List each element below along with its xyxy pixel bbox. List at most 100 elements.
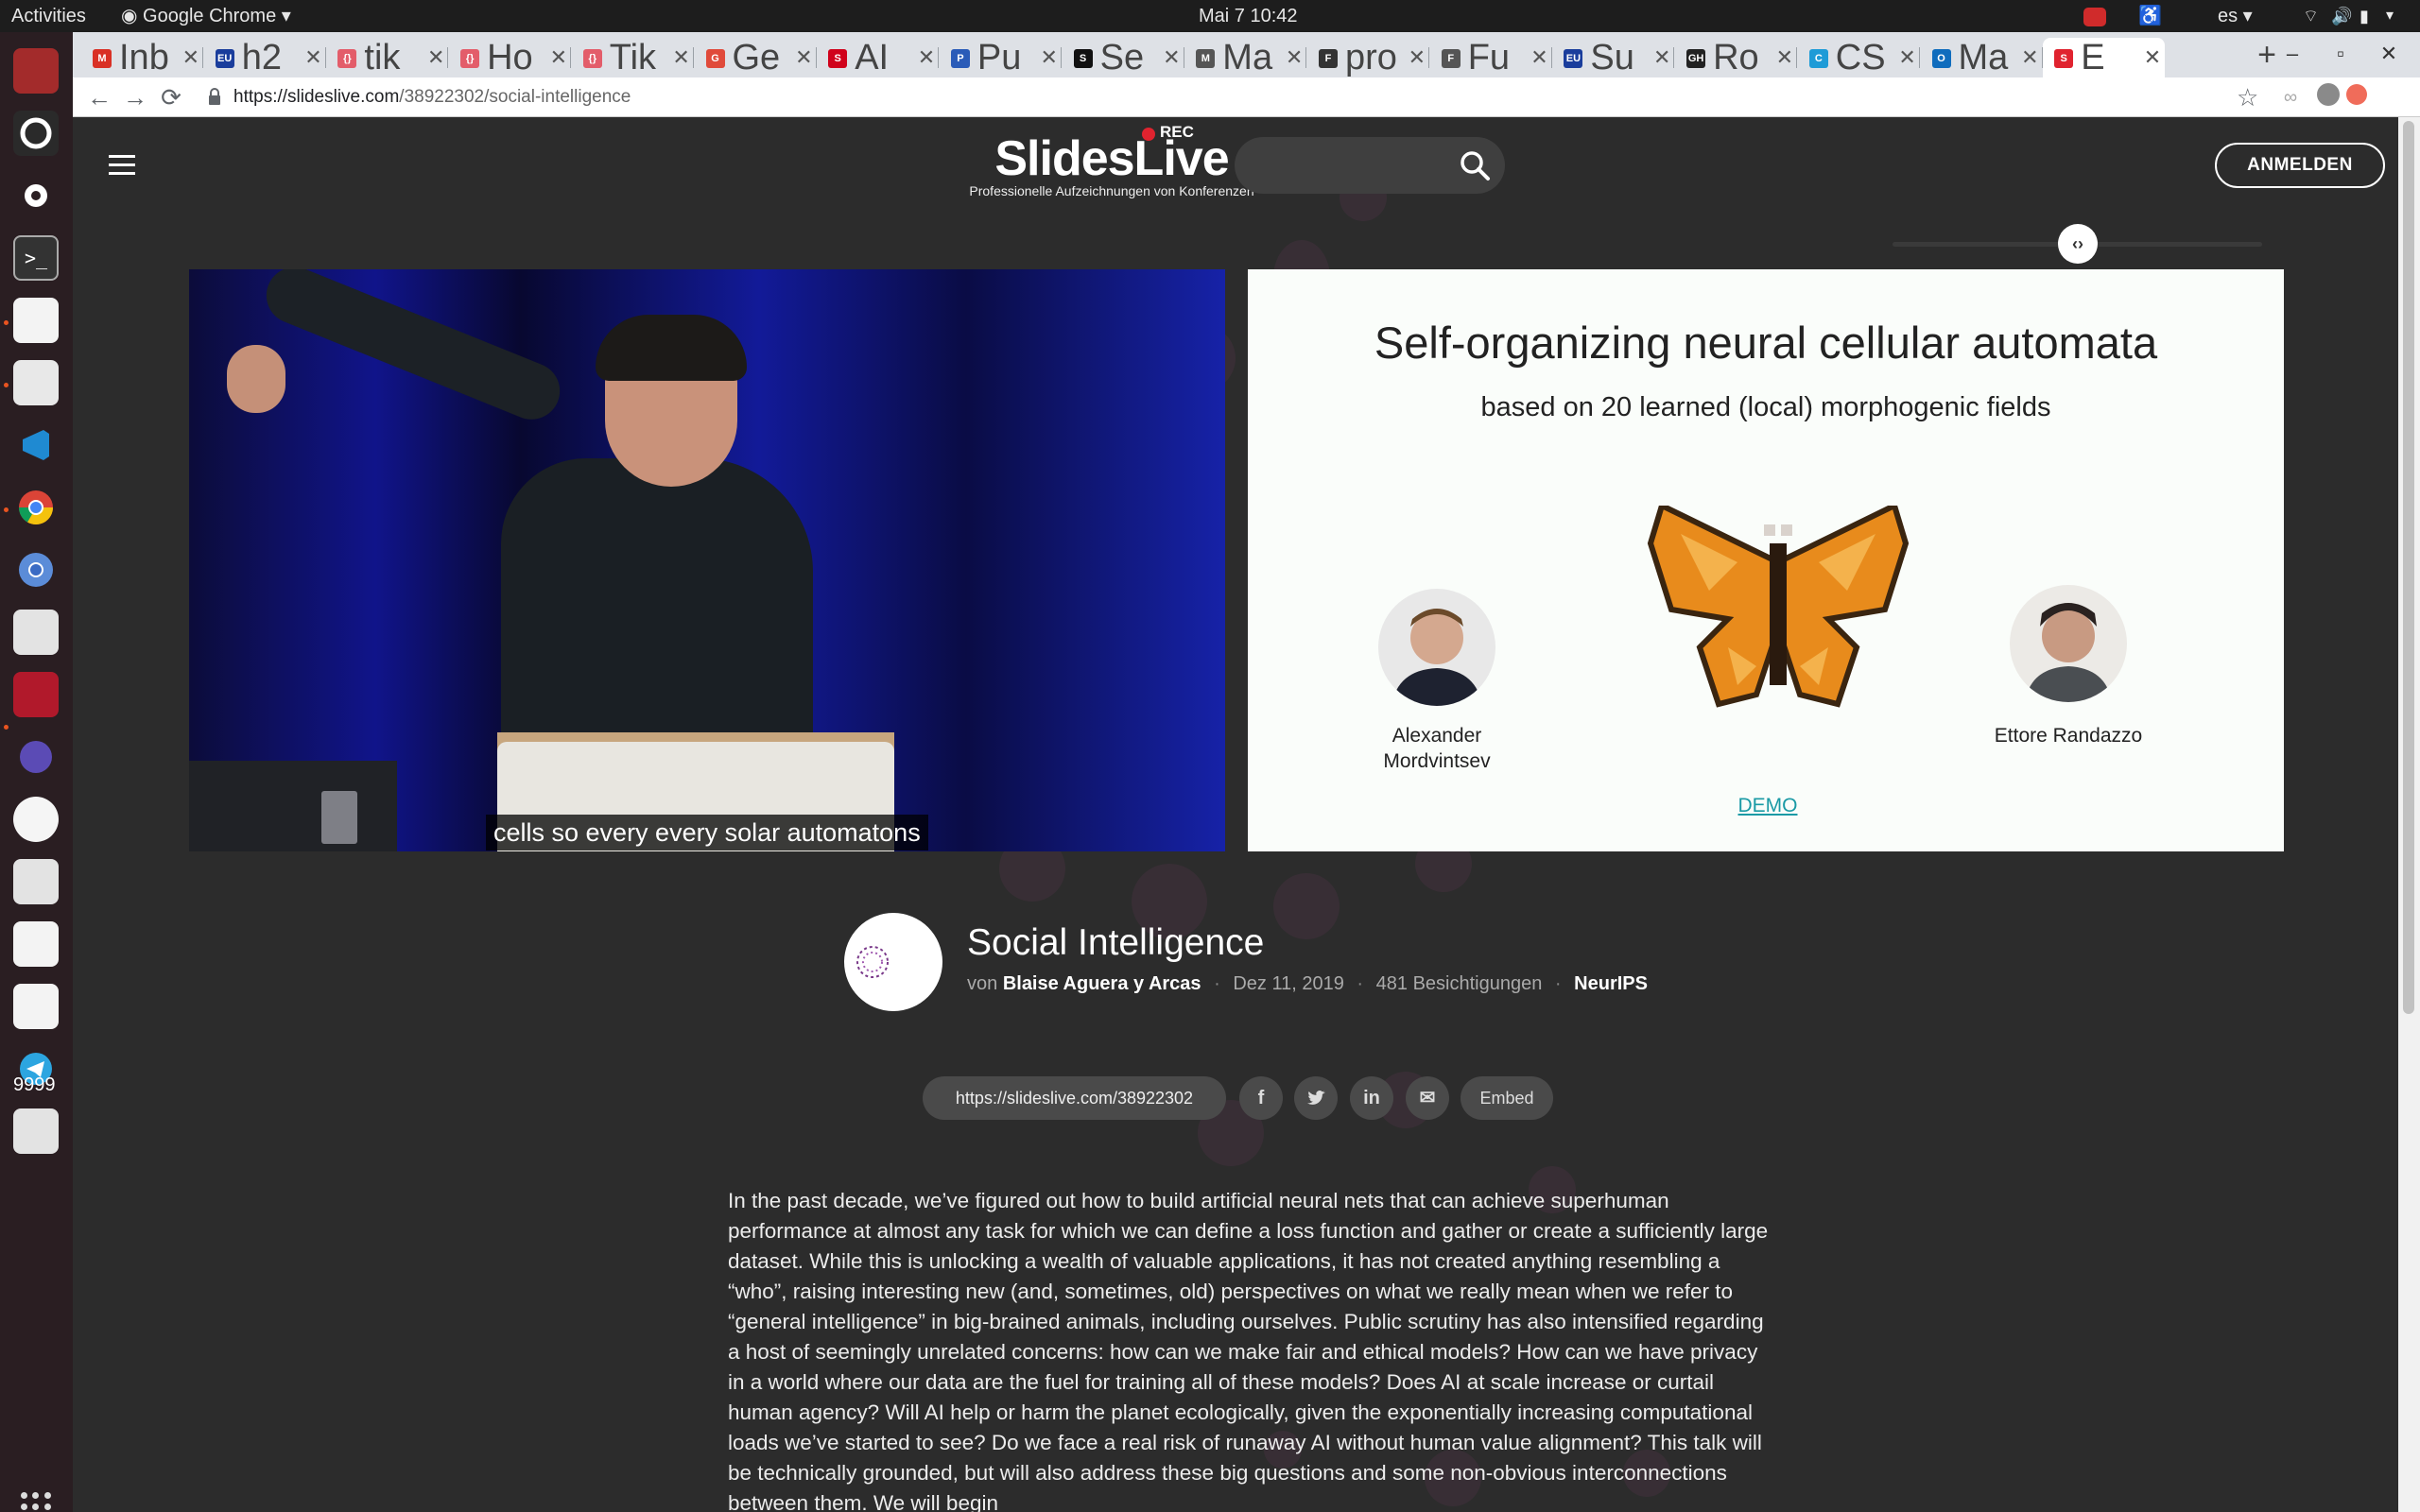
tab[interactable]: S Se ✕ bbox=[1063, 38, 1184, 77]
tab[interactable]: Fpro ✕ bbox=[1307, 38, 1429, 77]
tab-close-icon[interactable]: ✕ bbox=[1409, 38, 1426, 77]
speaker-hair bbox=[596, 315, 747, 381]
address-bar[interactable]: https://slideslive.com/38922302/social-i… bbox=[207, 81, 2325, 113]
tab[interactable]: EU h2 ✕ bbox=[204, 38, 326, 77]
chrome-icon[interactable] bbox=[13, 485, 59, 530]
mendeley-icon[interactable] bbox=[13, 672, 59, 717]
twitter-share-icon[interactable] bbox=[1294, 1076, 1338, 1120]
tab-close-icon[interactable]: ✕ bbox=[918, 38, 935, 77]
firefox-icon[interactable] bbox=[13, 111, 59, 156]
tab-close-icon[interactable]: ✕ bbox=[795, 38, 812, 77]
tab[interactable]: {} Tik ✕ bbox=[572, 38, 694, 77]
tab-close-icon[interactable]: ✕ bbox=[427, 38, 444, 77]
tab-close-icon[interactable]: ✕ bbox=[1163, 38, 1180, 77]
libreoffice-impress-icon[interactable] bbox=[13, 610, 59, 655]
tab[interactable]: G Ge ✕ bbox=[695, 38, 817, 77]
eclipse-2-icon[interactable] bbox=[13, 797, 59, 842]
search-input[interactable] bbox=[1235, 137, 1505, 194]
demo-link[interactable]: DEMO bbox=[1725, 795, 1810, 817]
screenshot-icon[interactable] bbox=[13, 360, 59, 405]
tab[interactable]: {} Ho ✕ bbox=[449, 38, 572, 77]
tab-favicon-icon: F bbox=[1319, 49, 1338, 68]
vscode-icon[interactable] bbox=[13, 422, 59, 468]
login-button[interactable]: ANMELDEN bbox=[2215, 143, 2385, 188]
tab[interactable]: C CS ✕ bbox=[1798, 38, 1920, 77]
bookmark-star-icon[interactable]: ☆ bbox=[2237, 83, 2258, 112]
chromium-icon[interactable] bbox=[13, 547, 59, 593]
search-icon[interactable] bbox=[1458, 148, 1492, 182]
activities-button[interactable]: Activities bbox=[11, 0, 86, 32]
app-menu[interactable]: ◉ Google Chrome ▾ bbox=[121, 0, 291, 32]
tab[interactable]: F Fu ✕ bbox=[1430, 38, 1552, 77]
reload-button[interactable]: ⟳ bbox=[156, 82, 186, 112]
tab-favicon-icon: G bbox=[705, 49, 725, 68]
update-menu-icon[interactable] bbox=[2342, 82, 2372, 112]
tab[interactable]: M Ma ✕ bbox=[1184, 38, 1307, 77]
system-menu-chevron-icon[interactable]: ▾ bbox=[2386, 6, 2407, 26]
extension-icon[interactable]: ∞ bbox=[2275, 82, 2306, 112]
tab-close-icon[interactable]: ✕ bbox=[2021, 38, 2038, 77]
hamburger-menu-icon[interactable] bbox=[109, 155, 135, 176]
wifi-icon[interactable]: ⌔ bbox=[2303, 6, 2324, 26]
maximize-button[interactable]: ▫ bbox=[2326, 40, 2355, 68]
tab-close-icon[interactable]: ✕ bbox=[672, 38, 689, 77]
share-row: https://slideslive.com/38922302 f in ✉ E… bbox=[73, 1076, 2398, 1122]
tab-close-icon[interactable]: ✕ bbox=[304, 38, 321, 77]
record-indicator-icon[interactable] bbox=[2083, 8, 2106, 26]
channel-logo[interactable] bbox=[844, 913, 942, 1011]
email-share-icon[interactable]: ✉ bbox=[1406, 1076, 1449, 1120]
tab-active[interactable]: S E ✕ bbox=[2043, 38, 2166, 77]
minimize-button[interactable]: – bbox=[2278, 40, 2307, 68]
accessibility-icon[interactable]: ♿▾ bbox=[2138, 6, 2162, 47]
tab-close-icon[interactable]: ✕ bbox=[182, 38, 199, 77]
libreoffice-writer-icon[interactable] bbox=[13, 921, 59, 967]
volume-icon[interactable]: 🔊 bbox=[2331, 6, 2352, 26]
zotero-icon[interactable] bbox=[13, 48, 59, 94]
archive-icon[interactable] bbox=[13, 984, 59, 1029]
tab-close-icon[interactable]: ✕ bbox=[2144, 38, 2161, 77]
forward-button[interactable]: → bbox=[120, 82, 150, 112]
tab[interactable]: EU Su ✕ bbox=[1552, 38, 1675, 77]
event-link[interactable]: NeurIPS bbox=[1574, 973, 1648, 994]
clock[interactable]: Mai 7 10:42 bbox=[1199, 0, 1298, 32]
page-scrollbar[interactable] bbox=[2398, 117, 2420, 1512]
battery-icon[interactable]: ▮ bbox=[2360, 6, 2380, 26]
tab-close-icon[interactable]: ✕ bbox=[1776, 38, 1793, 77]
dock: >_ 9999 bbox=[0, 32, 73, 1512]
slide-panel[interactable]: Self-organizing neural cellular automata… bbox=[1248, 269, 2284, 851]
keyboard-layout-indicator[interactable]: es ▾ bbox=[2218, 0, 2253, 32]
tab-close-icon[interactable]: ✕ bbox=[1286, 38, 1303, 77]
slide-title: Self-organizing neural cellular automata bbox=[1374, 318, 2158, 368]
text-editor-icon[interactable] bbox=[13, 298, 59, 343]
close-window-button[interactable]: ✕ bbox=[2375, 40, 2403, 68]
layout-slider-handle[interactable]: ‹› bbox=[2058, 224, 2098, 264]
linkedin-share-icon[interactable]: in bbox=[1350, 1076, 1393, 1120]
profile-avatar[interactable] bbox=[2313, 82, 2343, 112]
tab[interactable]: GH Ro ✕ bbox=[1675, 38, 1798, 77]
chrome-small-icon: ◉ bbox=[121, 6, 144, 26]
share-url-field[interactable]: https://slideslive.com/38922302 bbox=[923, 1076, 1226, 1120]
tab-close-icon[interactable]: ✕ bbox=[1898, 38, 1915, 77]
libreoffice-draw-icon[interactable] bbox=[13, 859, 59, 904]
tab[interactable]: O Ma ✕ bbox=[1921, 38, 2043, 77]
tab[interactable]: M Inb ✕ bbox=[81, 38, 203, 77]
tab[interactable]: P Pu ✕ bbox=[940, 38, 1062, 77]
eclipse-icon[interactable] bbox=[13, 734, 59, 780]
lock-icon bbox=[209, 88, 220, 105]
show-apps-icon[interactable] bbox=[21, 1492, 51, 1512]
terminal-icon[interactable]: >_ bbox=[13, 235, 59, 281]
tab-close-icon[interactable]: ✕ bbox=[550, 38, 567, 77]
libreoffice-impress-2-icon[interactable] bbox=[13, 1108, 59, 1154]
tab[interactable]: {} tik ✕ bbox=[326, 38, 449, 77]
facebook-share-icon[interactable]: f bbox=[1239, 1076, 1283, 1120]
tab-close-icon[interactable]: ✕ bbox=[1530, 38, 1547, 77]
speaker-link[interactable]: Blaise Aguera y Arcas bbox=[1003, 973, 1201, 994]
video-player[interactable]: cells so every every solar automatons bbox=[189, 269, 1225, 851]
settings-icon[interactable] bbox=[13, 173, 59, 218]
back-button[interactable]: ← bbox=[84, 82, 114, 112]
tab-close-icon[interactable]: ✕ bbox=[1653, 38, 1670, 77]
scrollbar-thumb[interactable] bbox=[2403, 121, 2414, 1014]
tab[interactable]: S AI ✕ bbox=[817, 38, 940, 77]
tab-close-icon[interactable]: ✕ bbox=[1040, 38, 1057, 77]
embed-button[interactable]: Embed bbox=[1461, 1076, 1553, 1120]
